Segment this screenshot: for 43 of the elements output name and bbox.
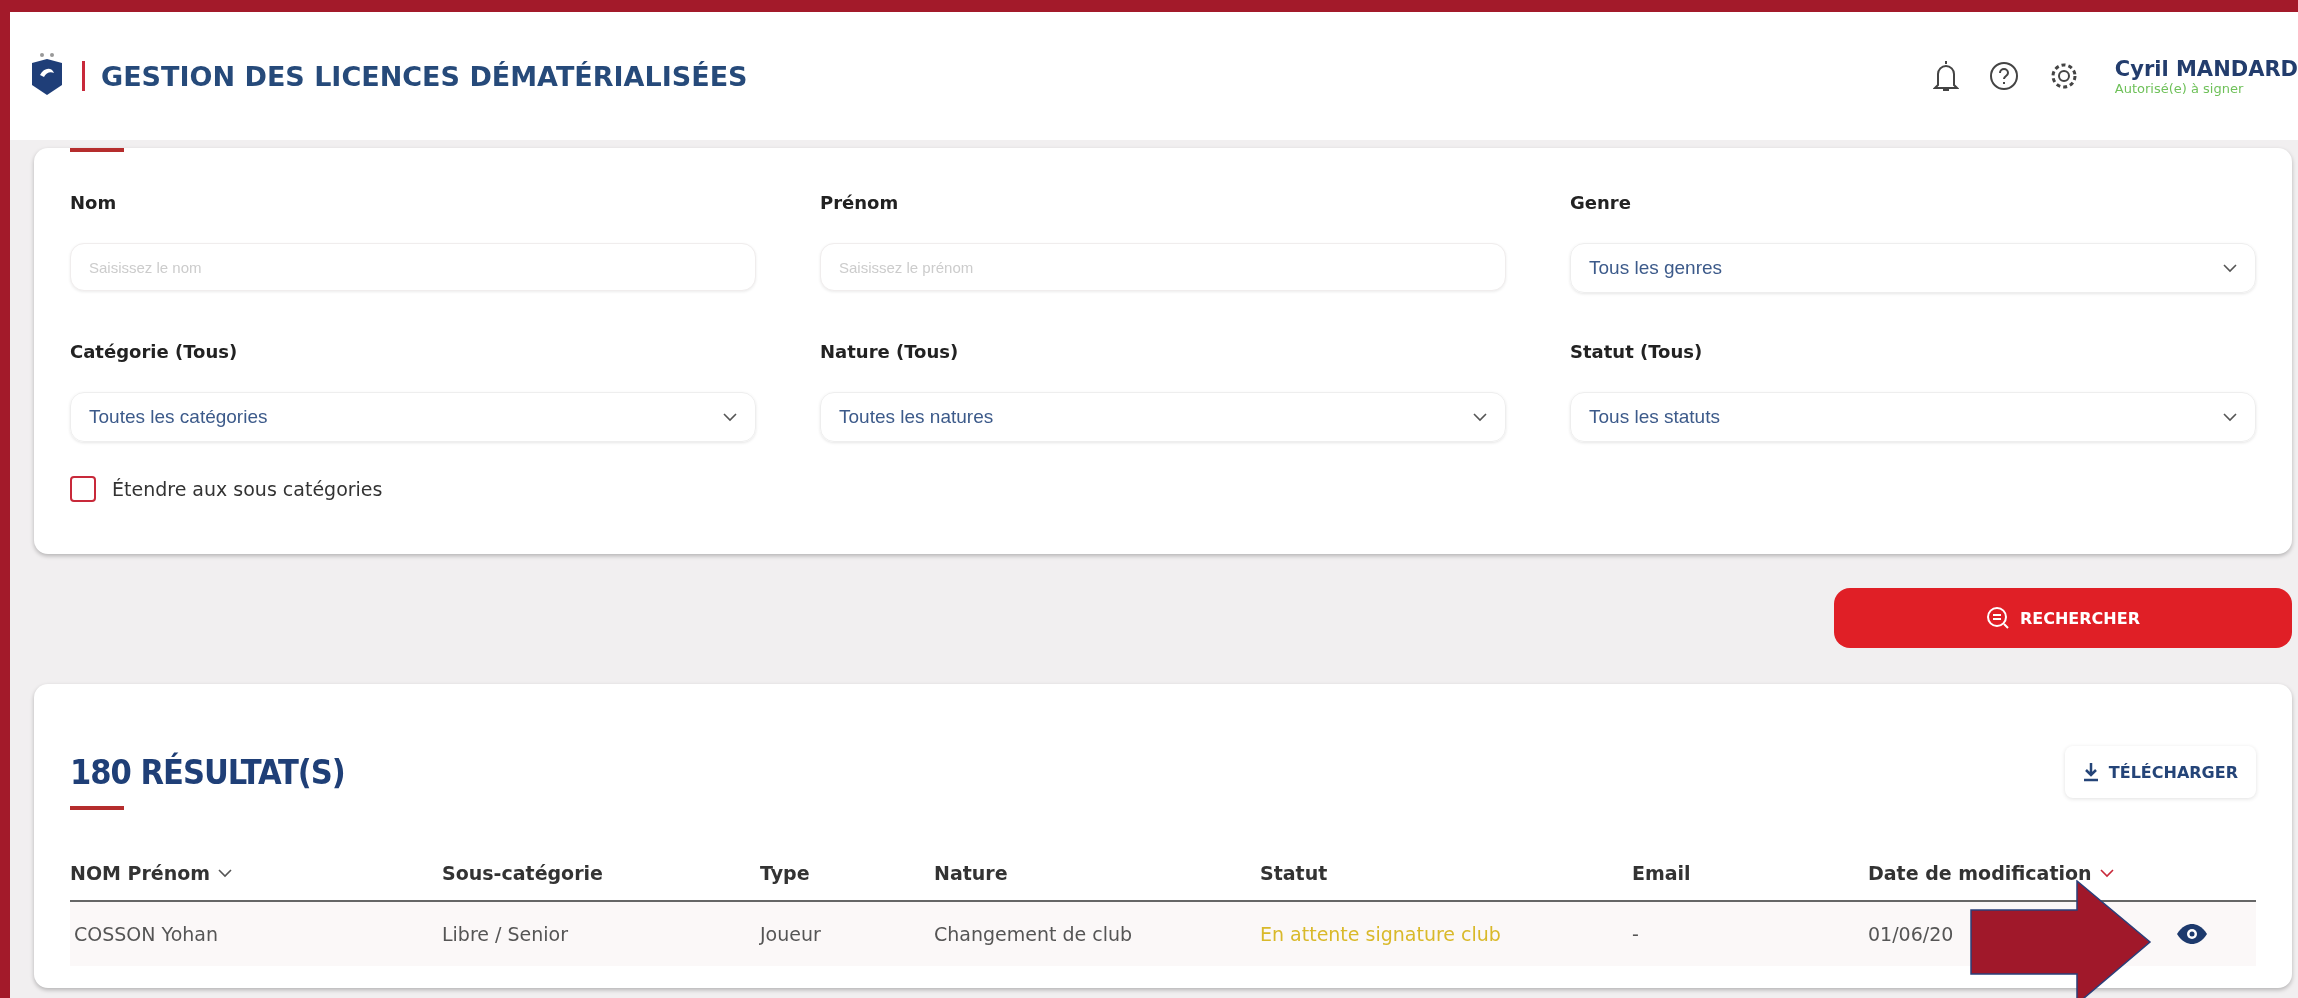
select-field[interactable]: Tous les genres [1570, 243, 2256, 293]
search-icon [1986, 606, 2010, 630]
field-label: Statut (Tous) [1570, 341, 1704, 362]
sort-icon [2099, 868, 2114, 878]
column-header[interactable]: Date de modification [1868, 862, 2114, 884]
column-header: Email [1632, 862, 1691, 884]
table-cell: Changement de club [934, 902, 1260, 966]
chevron-down-icon [2223, 263, 2237, 273]
field-label: Genre [1570, 192, 1632, 213]
checkbox[interactable] [70, 476, 96, 502]
checkbox-label: Étendre aux sous catégories [112, 478, 383, 500]
results-title: 180 RÉSULTAT(S) [70, 752, 345, 792]
field-label: Nom [70, 192, 118, 213]
field-label: Catégorie (Tous) [70, 341, 239, 362]
chevron-down-icon [1473, 412, 1487, 422]
search-button[interactable]: RECHERCHER [1834, 588, 2292, 648]
table-cell: COSSON Yohan [70, 902, 442, 966]
field-label: Prénom [820, 192, 900, 213]
user-role: Autorisé(e) à signer [2114, 80, 2245, 96]
table-cell: Joueur [760, 902, 934, 966]
status-text: En attente signature club [1260, 902, 1632, 966]
field-label: Nature (Tous) [820, 341, 960, 362]
column-header: Statut [1260, 862, 1328, 884]
column-header: Type [760, 862, 810, 884]
column-header: Sous-catégorie [442, 862, 603, 884]
chevron-down-icon [723, 412, 737, 422]
column-header[interactable]: NOM Prénom [70, 862, 233, 884]
select-field[interactable]: Tous les statuts [1570, 392, 2256, 442]
chevron-down-icon [2223, 412, 2237, 422]
bell-icon[interactable] [1932, 59, 1959, 93]
select-field[interactable]: Toutes les natures [820, 392, 1506, 442]
help-icon[interactable] [1988, 61, 2019, 91]
table-cell: - [1632, 902, 1868, 966]
view-icon[interactable] [2176, 923, 2208, 945]
user-name: Cyril MANDARD [2114, 56, 2298, 81]
table-cell: Libre / Senior [442, 902, 760, 966]
arrow-icon [1970, 880, 2152, 998]
app-title: GESTION DES LICENCES DÉMATÉRIALISÉES [101, 60, 749, 92]
select-field[interactable]: Toutes les catégories [70, 392, 756, 442]
download-icon [2082, 762, 2099, 782]
download-button[interactable]: TÉLÉCHARGER [2064, 746, 2256, 798]
column-header: Nature [934, 862, 1008, 884]
sort-icon [218, 868, 233, 878]
